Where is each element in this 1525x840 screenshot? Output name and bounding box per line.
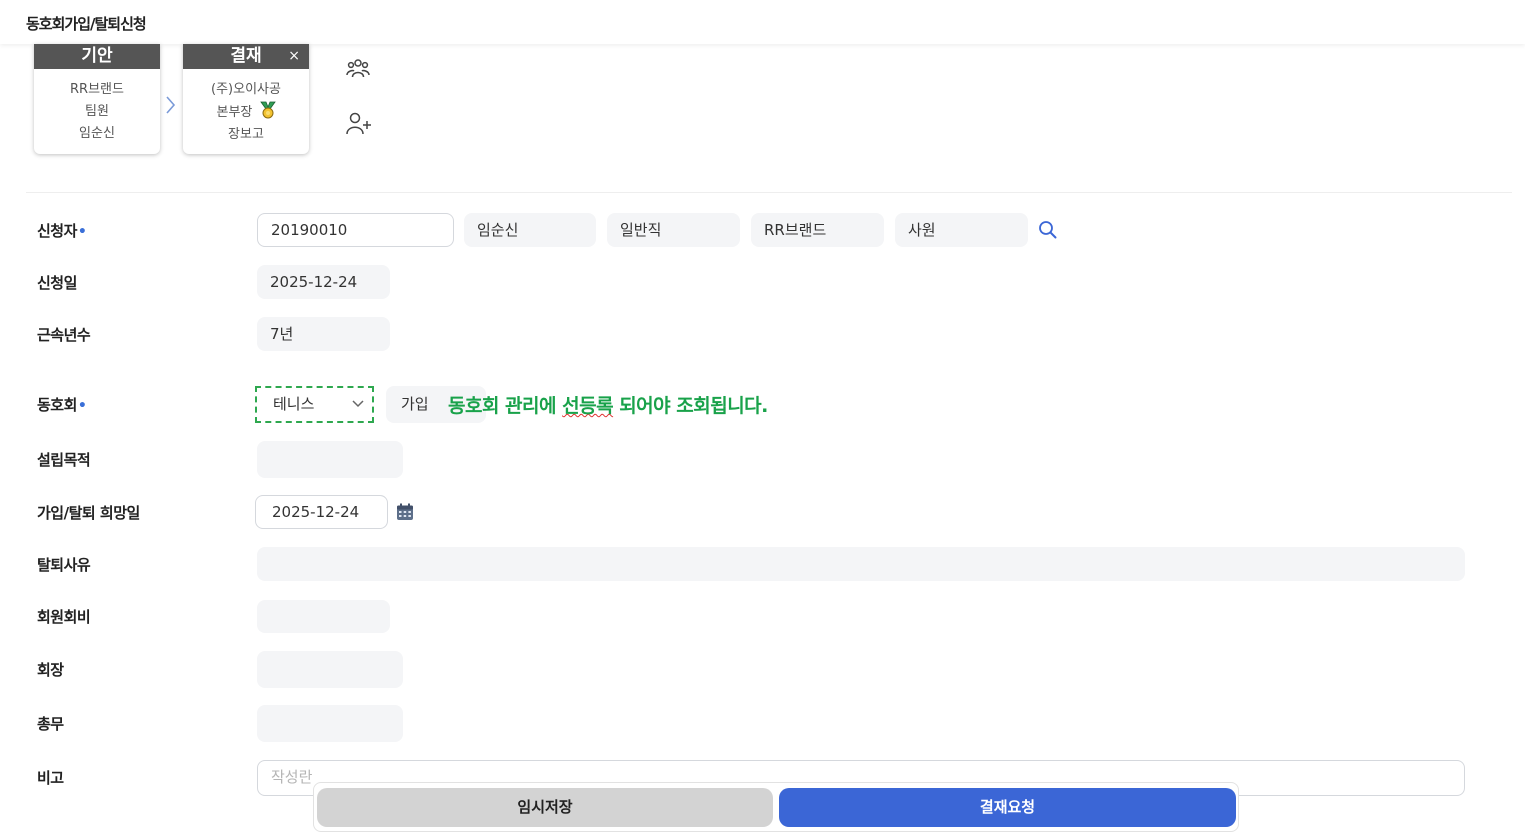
club-notice: 동호회 관리에 선등록 되어야 조회됩니다. — [448, 395, 768, 417]
calendar-icon[interactable] — [396, 503, 414, 521]
club-selected-value: 테니스 — [273, 395, 315, 413]
approver-card: 결재 × (주)오이사공 본부장 장보고 — [183, 44, 309, 154]
remove-approver-button[interactable]: × — [288, 44, 300, 69]
employee-number-input[interactable]: 20190010 — [257, 213, 454, 247]
people-icon[interactable] — [345, 56, 371, 82]
secretary-value — [257, 705, 403, 742]
drafter-role: 팀원 — [85, 104, 109, 119]
club-label: 동호회• — [37, 396, 87, 414]
applicant-label: 신청자• — [37, 222, 87, 240]
required-mark: • — [77, 398, 87, 414]
years-label: 근속년수 — [37, 326, 91, 344]
years-value: 7년 — [257, 317, 390, 351]
apply-date-label: 신청일 — [37, 274, 77, 292]
drafter-company: RR브랜드 — [70, 82, 124, 97]
apply-date-value: 2025-12-24 — [257, 265, 390, 299]
section-divider — [26, 192, 1512, 193]
remark-label: 비고 — [37, 769, 64, 787]
search-icon[interactable] — [1038, 220, 1058, 240]
required-mark: • — [77, 224, 87, 240]
add-user-icon[interactable] — [345, 110, 373, 138]
reason-label: 탈퇴사유 — [37, 556, 91, 574]
fee-label: 회원회비 — [37, 608, 91, 626]
chevron-right-icon — [166, 96, 176, 114]
top-bar: 동호회가입/탈퇴신청 — [0, 0, 1525, 44]
applicant-name: 임순신 — [464, 213, 596, 247]
drafter-name: 임순신 — [79, 126, 115, 141]
president-label: 회장 — [37, 661, 64, 679]
secretary-label: 총무 — [37, 715, 64, 733]
fee-value — [257, 600, 390, 633]
approver-title: 결재 — [230, 46, 262, 66]
purpose-value — [257, 441, 403, 478]
temp-save-button[interactable]: 임시저장 — [317, 788, 773, 827]
club-select[interactable]: 테니스 — [255, 386, 374, 423]
drafter-card: 기안 RR브랜드 팀원 임순신 — [34, 44, 160, 154]
purpose-label: 설립목적 — [37, 451, 91, 469]
page-title: 동호회가입/탈퇴신청 — [26, 15, 147, 33]
approver-company: (주)오이사공 — [211, 82, 281, 97]
hope-date-label: 가입/탈퇴 희망일 — [37, 504, 140, 522]
approver-name: 장보고 — [228, 127, 264, 142]
reason-value — [257, 547, 1465, 581]
applicant-job-type: 일반직 — [607, 213, 740, 247]
applicant-position: 사원 — [895, 213, 1028, 247]
hope-date-input[interactable]: 2025-12-24 — [255, 495, 388, 529]
applicant-department: RR브랜드 — [751, 213, 884, 247]
action-bar: 임시저장 결재요청 — [313, 782, 1239, 832]
approver-role: 본부장 — [216, 105, 253, 120]
president-value — [257, 651, 403, 688]
medal-icon — [259, 101, 276, 119]
remark-placeholder: 작성란 — [271, 768, 313, 786]
approval-request-button[interactable]: 결재요청 — [779, 788, 1236, 827]
drafter-title: 기안 — [34, 44, 160, 69]
chevron-down-icon — [352, 400, 364, 408]
